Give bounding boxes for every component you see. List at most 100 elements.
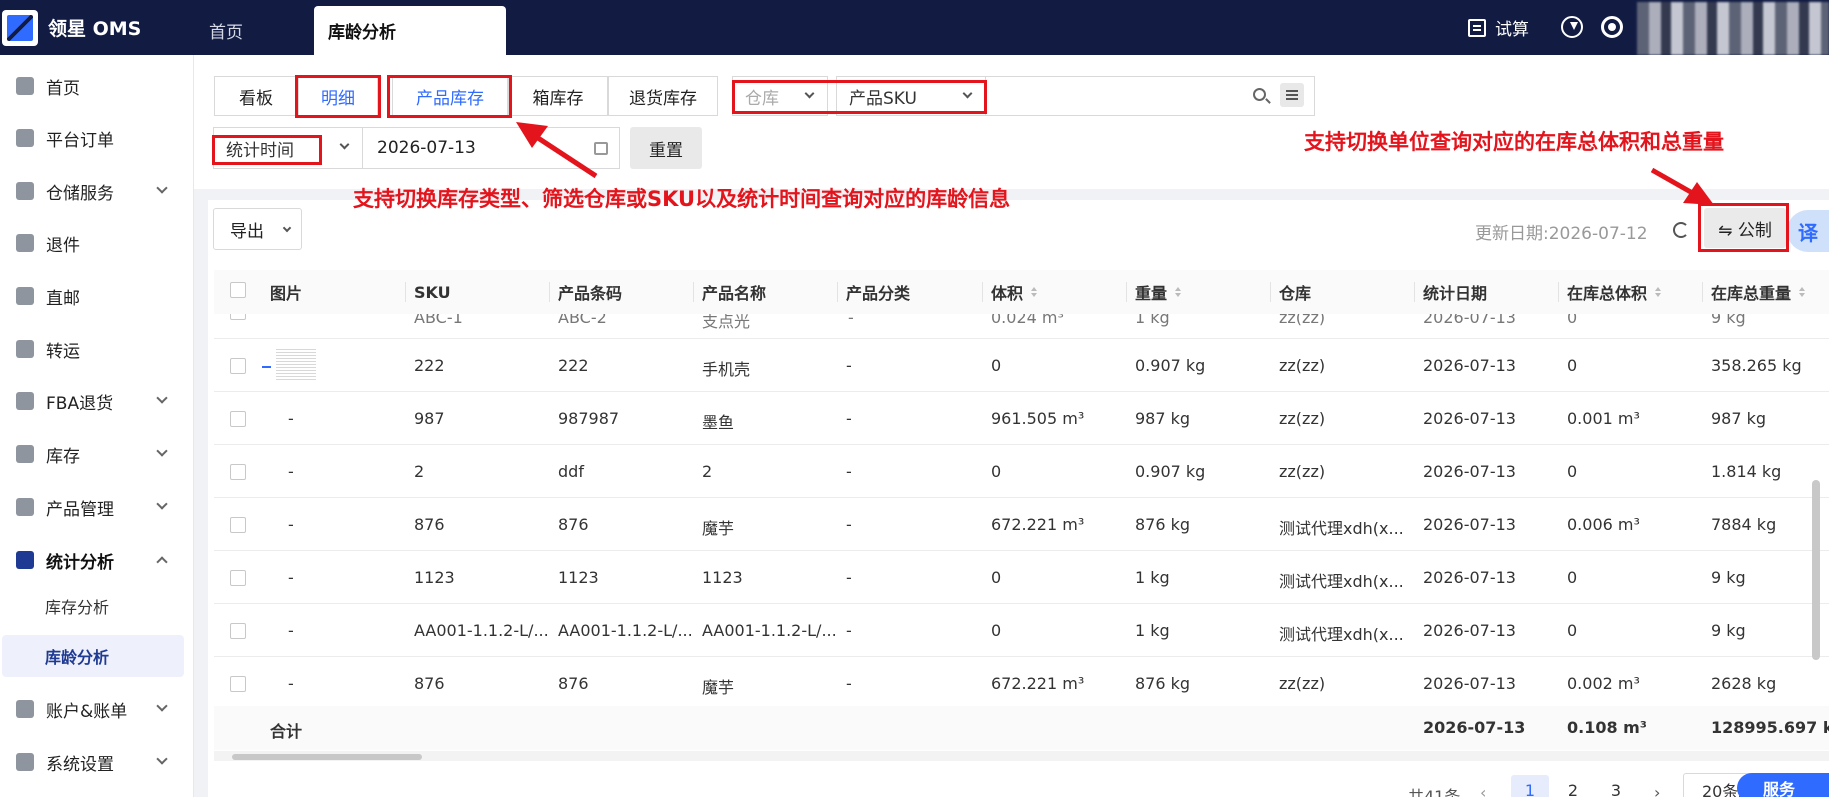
highlight-stock-type (387, 75, 512, 118)
sidebar-item-home[interactable]: 首页 (0, 62, 194, 110)
cell-weight: 0.907 kg (1135, 461, 1206, 481)
sidebar-item-label: 平台订单 (46, 130, 114, 151)
cell-stat-date: 2026-07-13 (1423, 620, 1516, 640)
tab-dashboard[interactable]: 看板 (214, 76, 298, 116)
cell-volume: 672.221 m³ (991, 673, 1085, 693)
row-divider (214, 550, 1829, 551)
cell-barcode: 987987 (558, 408, 620, 428)
next-page-icon[interactable]: › (1654, 783, 1660, 797)
select-all-checkbox[interactable] (230, 282, 246, 298)
cell-warehouse: 测试代理xdh(x... (1279, 518, 1404, 538)
sidebar-item-warehouse-service[interactable]: 仓储服务 (0, 167, 194, 215)
highlight-detail-tab (295, 75, 381, 118)
date-picker[interactable]: 2026-07-13 (362, 127, 620, 169)
col-header-total-volume[interactable]: 在库总体积 (1567, 270, 1662, 314)
row-divider (214, 497, 1829, 498)
cell-barcode: 876 (558, 673, 589, 693)
cell-image: - (288, 567, 294, 587)
chart-icon (16, 551, 34, 569)
row-checkbox[interactable] (230, 357, 246, 374)
sidebar-item-inventory[interactable]: 库存 (0, 430, 194, 478)
vertical-scroll-thumb[interactable] (1812, 480, 1820, 660)
row-checkbox[interactable] (230, 463, 246, 480)
cell-product-name: 2 (702, 461, 713, 481)
cell-weight: 1 kg (1135, 620, 1170, 640)
horizontal-scroll-thumb[interactable] (232, 754, 422, 760)
sidebar-item-label: 退件 (46, 235, 80, 256)
sidebar-item-statistics[interactable]: 统计分析 (0, 536, 194, 584)
col-header-total-weight[interactable]: 在库总重量 (1711, 270, 1806, 314)
cell-warehouse: zz(zz) (1279, 461, 1326, 481)
stock-type-box[interactable]: 箱库存 (508, 76, 608, 116)
cell-weight: 876 kg (1135, 514, 1191, 534)
page-2-button[interactable]: 2 (1554, 775, 1592, 797)
cell-warehouse: 测试代理xdh(x... (1279, 624, 1404, 644)
sidebar-item-label: 仓储服务 (46, 183, 114, 204)
cell-total-volume: 0 (1567, 620, 1578, 640)
refresh-icon[interactable] (1673, 222, 1689, 238)
row-checkbox[interactable] (230, 314, 246, 320)
sidebar-item-transfer[interactable]: 转运 (0, 325, 194, 373)
sidebar-item-system-settings[interactable]: 系统设置 (0, 738, 194, 786)
reset-button[interactable]: 重置 (630, 127, 702, 169)
cell-barcode: AA001-1.1.2-L/... (558, 620, 693, 640)
cell-image: - (288, 408, 294, 428)
row-divider (214, 444, 1829, 445)
prev-page-icon[interactable]: ‹ (1480, 783, 1486, 797)
search-icon[interactable] (1253, 88, 1266, 101)
cell-total-weight: 9 kg (1711, 620, 1746, 640)
horizontal-scrollbar[interactable] (214, 751, 1829, 761)
sidebar-item-product-management[interactable]: 产品管理 (0, 483, 194, 531)
row-checkbox[interactable] (230, 410, 246, 427)
sidebar-item-label: 首页 (46, 78, 80, 99)
export-button[interactable]: 导出 (213, 208, 302, 250)
trial-calc-button[interactable]: 试算 (1468, 0, 1529, 55)
col-header-label: 重量 (1135, 284, 1168, 303)
user-avatar[interactable] (1637, 2, 1829, 55)
app-logo[interactable]: 领星 OMS (0, 0, 194, 55)
settings-icon[interactable] (1601, 16, 1623, 38)
col-header-weight[interactable]: 重量 (1135, 270, 1182, 314)
row-divider (214, 338, 1829, 339)
chevron-down-icon (156, 392, 168, 404)
chevron-down-icon (156, 182, 168, 194)
row-divider (214, 391, 1829, 392)
product-thumbnail[interactable] (262, 347, 317, 381)
system-icon (16, 753, 34, 771)
row-checkbox[interactable] (230, 675, 246, 692)
page-1-button[interactable]: 1 (1511, 775, 1549, 797)
cell-volume: 0.024 m³ (991, 314, 1064, 327)
cell-sku: 876 (414, 514, 445, 534)
chevron-down-icon (282, 223, 292, 233)
stock-type-return[interactable]: 退货库存 (608, 76, 718, 116)
cell-stat-date: 2026-07-13 (1423, 355, 1516, 375)
cell-total-volume: 0 (1567, 355, 1578, 375)
sidebar-item-account-billing[interactable]: 账户&账单 (0, 685, 194, 733)
top-tab-inventory-age[interactable]: 库龄分析 (314, 6, 506, 55)
cell-category: - (846, 514, 852, 534)
sidebar-item-fba-returns[interactable]: FBA退货 (0, 377, 194, 425)
page-3-button[interactable]: 3 (1597, 775, 1635, 797)
service-button[interactable]: 服务 (1737, 773, 1829, 797)
download-icon[interactable] (1561, 16, 1583, 38)
sidebar-item-platform-orders[interactable]: 平台订单 (0, 114, 194, 162)
sidebar-subitem-inventory-analysis[interactable]: 库存分析 (0, 585, 194, 627)
top-tab-home[interactable]: 首页 (185, 6, 305, 55)
cell-barcode: 222 (558, 355, 589, 375)
cell-total-volume: 0.002 m³ (1567, 673, 1640, 693)
row-checkbox[interactable] (230, 516, 246, 533)
translate-button[interactable]: 译 (1787, 210, 1829, 252)
sidebar-subitem-inventory-age[interactable]: 库龄分析 (2, 635, 184, 677)
sort-icon (1175, 287, 1182, 297)
chevron-down-icon (156, 753, 168, 765)
row-checkbox[interactable] (230, 622, 246, 639)
row-checkbox[interactable] (230, 569, 246, 586)
cell-warehouse: zz(zz) (1279, 673, 1326, 693)
cell-weight: 1 kg (1135, 314, 1170, 327)
row-divider (214, 656, 1829, 657)
sidebar-item-label: FBA退货 (46, 393, 114, 414)
sidebar-item-returns[interactable]: 退件 (0, 219, 194, 267)
col-header-volume[interactable]: 体积 (991, 270, 1038, 314)
sidebar-item-direct-mail[interactable]: 直邮 (0, 272, 194, 320)
batch-list-icon[interactable] (1280, 83, 1304, 107)
